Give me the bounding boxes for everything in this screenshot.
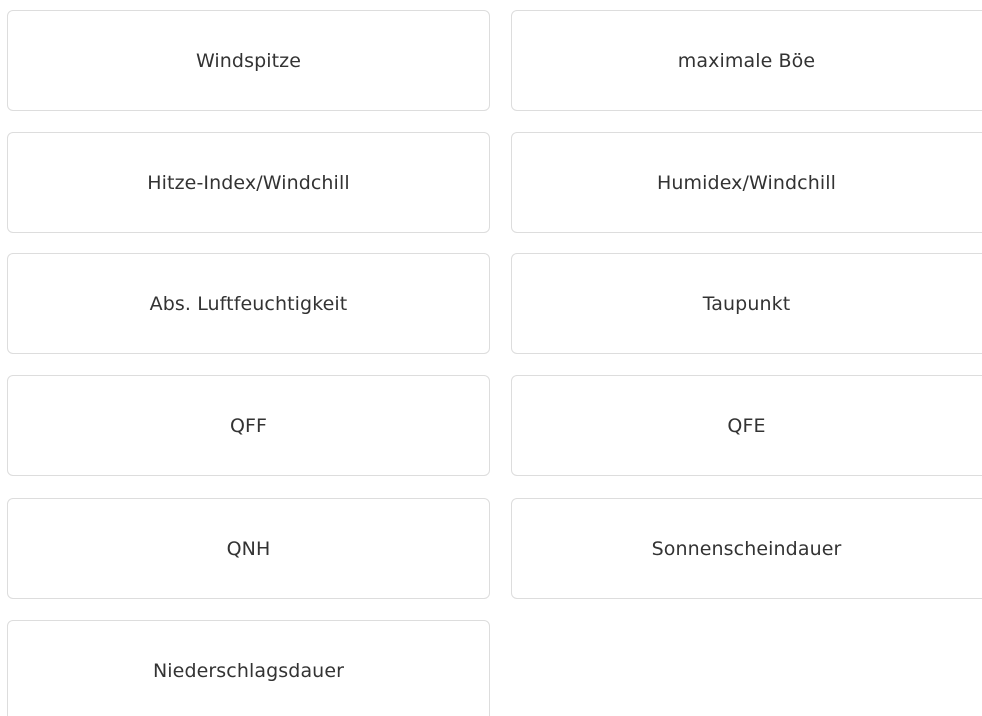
tile-hitze-index-windchill[interactable]: Hitze-Index/Windchill bbox=[7, 132, 490, 233]
tile-qff[interactable]: QFF bbox=[7, 375, 490, 476]
tile-label: maximale Böe bbox=[677, 49, 816, 72]
tile-label: Humidex/Windchill bbox=[657, 171, 836, 194]
tile-label: QFF bbox=[229, 414, 268, 437]
tile-label: Windspitze bbox=[195, 49, 302, 72]
tile-humidex-windchill[interactable]: Humidex/Windchill bbox=[511, 132, 982, 233]
tile-sonnenscheindauer[interactable]: Sonnenscheindauer bbox=[511, 498, 982, 599]
tile-label: QNH bbox=[226, 537, 271, 560]
tile-qfe[interactable]: QFE bbox=[511, 375, 982, 476]
tile-label: Hitze-Index/Windchill bbox=[147, 171, 350, 194]
tile-maximale-boee[interactable]: maximale Böe bbox=[511, 10, 982, 111]
tile-label: Sonnenscheindauer bbox=[651, 537, 842, 560]
tile-label: Abs. Luftfeuchtigkeit bbox=[149, 292, 348, 315]
tile-abs-luftfeuchtigkeit[interactable]: Abs. Luftfeuchtigkeit bbox=[7, 253, 490, 354]
tile-label: Niederschlagsdauer bbox=[152, 659, 345, 682]
tile-niederschlagsdauer[interactable]: Niederschlagsdauer bbox=[7, 620, 490, 716]
tile-taupunkt[interactable]: Taupunkt bbox=[511, 253, 982, 354]
tile-windspitze[interactable]: Windspitze bbox=[7, 10, 490, 111]
measurement-tile-grid: Windspitze maximale Böe Hitze-Index/Wind… bbox=[0, 0, 982, 716]
tile-label: Taupunkt bbox=[702, 292, 791, 315]
tile-label: QFE bbox=[727, 414, 766, 437]
tile-qnh[interactable]: QNH bbox=[7, 498, 490, 599]
